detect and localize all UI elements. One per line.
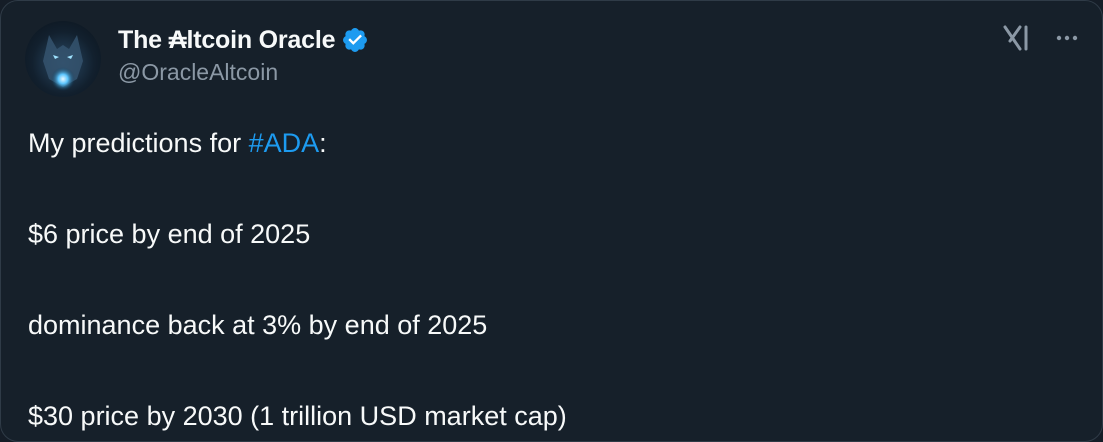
display-name[interactable]: The ₳ltcoin Oracle [118,26,335,55]
post-line-2: $6 price by end of 2025 [28,219,311,249]
hashtag-link[interactable]: #ADA [249,128,320,158]
post-line-1-prefix: My predictions for [28,128,249,158]
author-info: The ₳ltcoin Oracle @OracleAltcoin [118,25,369,86]
post-actions [1002,23,1082,53]
x-logo-icon[interactable] [1002,23,1032,53]
post-card: The ₳ltcoin Oracle @OracleAltcoin My pre… [0,0,1103,442]
post-line-4: $30 price by 2030 (1 trillion USD market… [28,401,567,431]
avatar-image [43,35,83,91]
post-line-3: dominance back at 3% by end of 2025 [28,310,488,340]
avatar[interactable] [25,21,101,97]
post-line-1: My predictions for #ADA: [28,125,1072,161]
author-handle[interactable]: @OracleAltcoin [118,59,369,86]
verified-badge-icon [343,28,368,52]
more-options-icon[interactable] [1052,23,1082,53]
post-header: The ₳ltcoin Oracle @OracleAltcoin [25,21,369,97]
display-name-row: The ₳ltcoin Oracle [118,25,369,55]
post-line-1-suffix: : [319,128,327,158]
post-text: My predictions for #ADA: $6 price by end… [28,125,1072,434]
